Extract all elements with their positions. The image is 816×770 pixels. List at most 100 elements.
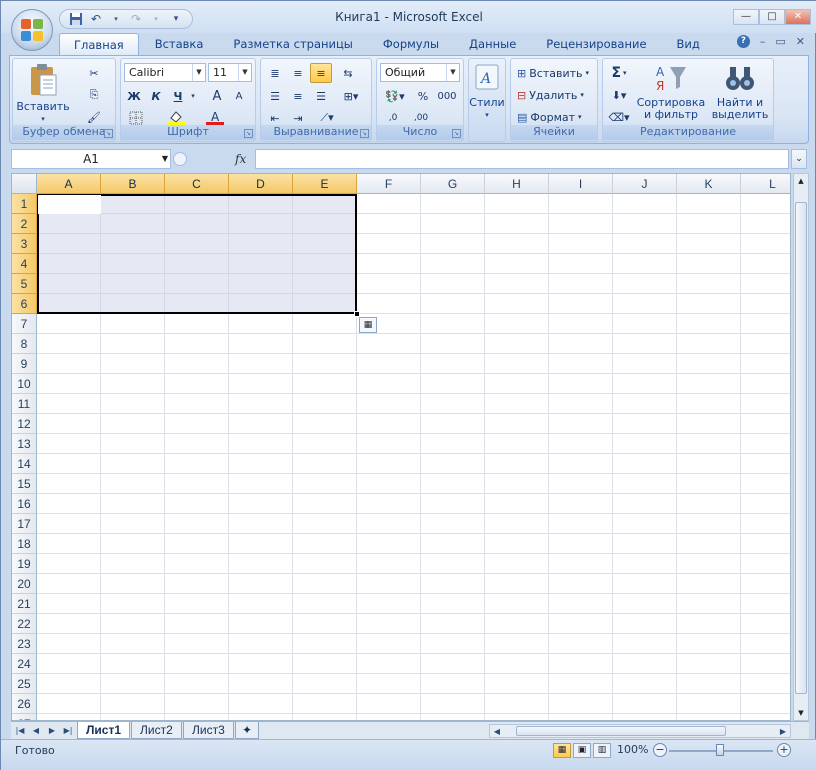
expand-formula-bar-icon[interactable]: ⌄ [791,149,807,169]
name-box[interactable]: A1 ▼ [11,149,171,169]
zoom-level[interactable]: 100% [617,743,648,756]
workbook-close-button[interactable]: ✕ [796,35,805,48]
tab-home[interactable]: Главная [59,33,139,55]
formula-input[interactable] [255,149,789,169]
row-header-10[interactable]: 10 [12,374,37,394]
row-header-9[interactable]: 9 [12,354,37,374]
select-all-corner[interactable] [12,174,37,194]
redo-icon[interactable]: ↷ [128,11,144,27]
clipboard-launcher-icon[interactable]: ↘ [104,129,113,138]
workbook-minimize-button[interactable]: – [760,35,766,48]
zoom-slider-thumb[interactable] [716,744,724,756]
row-header-14[interactable]: 14 [12,454,37,474]
grow-font-button[interactable]: A [207,86,227,106]
redo-dropdown-icon[interactable]: ▾ [148,11,164,27]
undo-icon[interactable]: ↶ [88,11,104,27]
customize-qat-icon[interactable]: ▾ [168,11,184,27]
column-header-a[interactable]: A [37,174,101,194]
clear-icon[interactable]: ⌫▾ [605,107,633,127]
paste-button[interactable]: Вставить ▾ [16,63,70,125]
alignment-launcher-icon[interactable]: ↘ [360,129,369,138]
formula-splitter-icon[interactable] [173,152,187,166]
prev-sheet-icon[interactable]: ◀ [29,724,43,737]
cut-icon[interactable]: ✂ [83,63,105,83]
merge-center-icon[interactable]: ⊞▾ [337,86,365,106]
row-header-2[interactable]: 2 [12,214,37,234]
font-size-dropdown-icon[interactable]: ▼ [238,64,251,81]
row-header-12[interactable]: 12 [12,414,37,434]
maximize-button[interactable]: □ [759,9,785,25]
align-top-icon[interactable]: ≣ [264,63,286,83]
vertical-scrollbar[interactable]: ▲ ▼ [793,173,809,721]
row-header-23[interactable]: 23 [12,634,37,654]
vertical-scroll-thumb[interactable] [795,202,807,694]
tab-review[interactable]: Рецензирование [532,33,660,55]
bold-button[interactable]: Ж [124,86,144,106]
column-header-b[interactable]: B [101,174,165,194]
align-middle-icon[interactable]: ≡ [287,63,309,83]
font-launcher-icon[interactable]: ↘ [244,129,253,138]
horizontal-scrollbar[interactable]: ◀ ▶ [489,724,791,738]
tab-view[interactable]: Вид [663,33,714,55]
column-header-e[interactable]: E [293,174,357,194]
column-header-i[interactable]: I [549,174,613,194]
number-format-dropdown-icon[interactable]: ▼ [446,64,459,81]
number-format-combo[interactable]: Общий ▼ [380,63,460,82]
scroll-down-icon[interactable]: ▼ [794,706,808,720]
sheet-tab-1[interactable]: Лист1 [77,722,131,739]
font-name-combo[interactable]: Calibri ▼ [124,63,206,82]
column-header-f[interactable]: F [357,174,421,194]
row-header-22[interactable]: 22 [12,614,37,634]
row-header-7[interactable]: 7 [12,314,37,334]
scroll-up-icon[interactable]: ▲ [794,174,808,188]
tab-insert[interactable]: Вставка [141,33,218,55]
align-bottom-icon[interactable]: ≡ [310,63,332,83]
zoom-in-icon[interactable]: + [777,743,791,757]
shrink-font-button[interactable]: A [229,86,249,106]
column-header-c[interactable]: C [165,174,229,194]
row-header-3[interactable]: 3 [12,234,37,254]
row-header-27[interactable]: 27 [12,714,37,720]
column-header-d[interactable]: D [229,174,293,194]
row-header-20[interactable]: 20 [12,574,37,594]
undo-dropdown-icon[interactable]: ▾ [108,11,124,27]
number-launcher-icon[interactable]: ↘ [452,129,461,138]
workbook-restore-button[interactable]: ▭ [775,35,785,48]
scroll-left-icon[interactable]: ◀ [490,725,504,738]
row-header-21[interactable]: 21 [12,594,37,614]
save-icon[interactable] [68,11,84,27]
fill-icon[interactable]: ⬇▾ [605,85,633,105]
insert-function-icon[interactable]: fx [235,152,246,166]
row-header-16[interactable]: 16 [12,494,37,514]
copy-icon[interactable]: ⎘ [83,85,105,105]
row-header-19[interactable]: 19 [12,554,37,574]
font-size-combo[interactable]: 11 ▼ [208,63,252,82]
format-painter-icon[interactable]: 🖌 [83,107,105,127]
zoom-out-icon[interactable]: − [653,743,667,757]
row-header-8[interactable]: 8 [12,334,37,354]
underline-dropdown-icon[interactable]: ▾ [188,86,198,106]
delete-cells-button[interactable]: ⊟ Удалить ▾ [513,85,597,105]
insert-cells-button[interactable]: ⊞ Вставить ▾ [513,63,597,83]
horizontal-scroll-thumb[interactable] [516,726,726,736]
next-sheet-icon[interactable]: ▶ [45,724,59,737]
row-header-17[interactable]: 17 [12,514,37,534]
find-select-button[interactable]: Найти и выделить [707,63,773,121]
active-cell[interactable] [38,195,101,214]
tab-formulas[interactable]: Формулы [369,33,453,55]
row-header-5[interactable]: 5 [12,274,37,294]
close-button[interactable]: ✕ [785,9,811,25]
currency-icon[interactable]: 💱▾ [380,86,410,106]
column-header-j[interactable]: J [613,174,677,194]
sheet-tab-3[interactable]: Лист3 [183,722,234,739]
tab-page-layout[interactable]: Разметка страницы [219,33,366,55]
paste-options-icon[interactable]: ▦ [359,317,377,333]
row-header-1[interactable]: 1 [12,194,37,214]
last-sheet-icon[interactable]: ▶| [61,724,75,737]
wrap-text-icon[interactable]: ⇆ [337,63,359,83]
font-name-dropdown-icon[interactable]: ▼ [192,64,205,81]
align-left-icon[interactable]: ☰ [264,86,286,106]
first-sheet-icon[interactable]: |◀ [13,724,27,737]
minimize-button[interactable]: — [733,9,759,25]
column-header-g[interactable]: G [421,174,485,194]
